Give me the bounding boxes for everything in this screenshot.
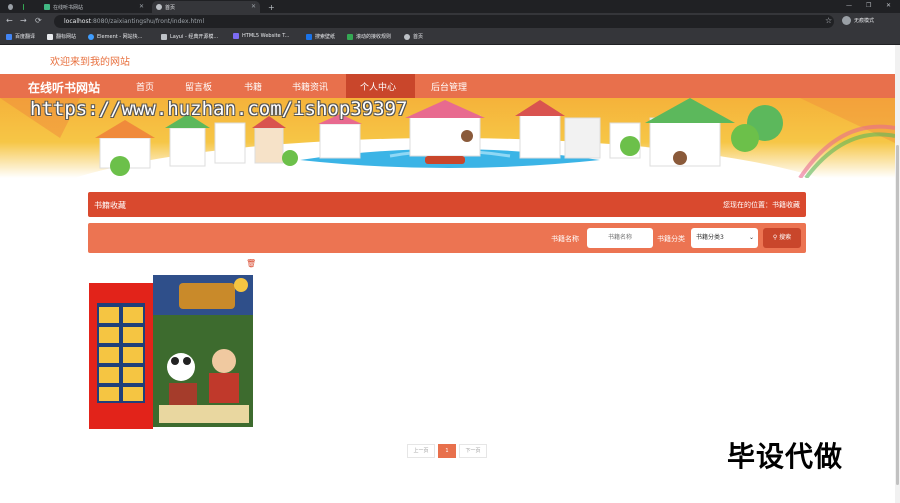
browser-tab-title: 首页: [165, 4, 176, 11]
book-category-select[interactable]: 书籍分类3 ⌄: [691, 228, 758, 248]
translate-icon: [6, 33, 12, 40]
page-scrollbar[interactable]: [895, 45, 900, 503]
browser-tab-title: 在线听书网站: [53, 4, 84, 11]
nav-item-admin[interactable]: 后台管理: [431, 80, 467, 93]
restore-icon[interactable]: ❐: [866, 2, 871, 9]
category-selected-value: 书籍分类3: [696, 234, 724, 241]
back-icon[interactable]: ←: [6, 16, 13, 25]
bookmarks-bar: 百度翻译 翻标网站 Element - 网站快... Layui - 经典开源模…: [0, 30, 900, 45]
search-button[interactable]: ⚲ 搜索: [763, 228, 801, 248]
layui-icon: [161, 33, 167, 40]
bookmark-label: 首页: [413, 34, 424, 40]
wallpaper-icon: [306, 33, 312, 40]
nav-item-home[interactable]: 首页: [136, 80, 154, 93]
welcome-text: 欢迎来到我的网站: [50, 57, 130, 68]
bookmark-item[interactable]: Layui - 经典开源模...: [161, 33, 218, 40]
browser-tab-pinned[interactable]: [4, 1, 16, 13]
bookmark-label: 百度翻译: [15, 34, 36, 40]
overlay-promo-text: 毕设代做: [727, 440, 844, 473]
page-viewport: 欢迎来到我的网站 在线听书网站 首页 留言板 书籍 书籍资讯 个人中心 后台管理: [0, 45, 895, 503]
element-icon: [88, 33, 94, 40]
bookmark-item[interactable]: Element - 网站快...: [88, 33, 142, 40]
trash-icon[interactable]: 🗑: [246, 259, 256, 268]
sheet-icon: [23, 4, 24, 10]
bookmark-item[interactable]: 滚动的接收规则: [347, 33, 391, 40]
book-name-input[interactable]: [587, 228, 653, 248]
scrollbar-thumb[interactable]: [896, 145, 899, 485]
book-box-illustration: [89, 275, 253, 429]
breadcrumb: 您现在的位置：书籍收藏: [723, 200, 800, 210]
book-category-label: 书籍分类: [657, 235, 685, 243]
bookmark-item[interactable]: HTML5 Website T...: [233, 33, 289, 39]
globe-icon: [404, 33, 410, 40]
html5-icon: [233, 33, 239, 39]
close-icon[interactable]: ✕: [139, 3, 144, 10]
page-icon: [47, 33, 53, 40]
bookmark-label: 滚动的接收规则: [356, 34, 392, 40]
minimize-icon[interactable]: —: [846, 2, 852, 9]
forward-icon[interactable]: →: [20, 16, 27, 25]
section-title: 书籍收藏: [94, 201, 126, 210]
vue-icon: [44, 4, 50, 10]
nav-item-messages[interactable]: 留言板: [185, 80, 212, 93]
bookmark-item[interactable]: 百度翻译: [6, 33, 35, 40]
incognito-icon: [842, 16, 851, 25]
browser-tab-pinned-2[interactable]: [19, 1, 27, 13]
bookmark-item[interactable]: 搜索壁纸: [306, 33, 335, 40]
section-title-bar: 书籍收藏 您现在的位置：书籍收藏: [88, 192, 806, 217]
search-bar: 书籍名称 书籍分类 书籍分类3 ⌄ ⚲ 搜索: [88, 223, 806, 253]
new-tab-button[interactable]: +: [266, 1, 278, 13]
browser-tab-bar: 在线听书网站 ✕ 首页 ✕ + — ❐ ✕: [0, 0, 900, 13]
pagination-next[interactable]: 下一页: [459, 444, 487, 458]
bookmark-label: 搜索壁纸: [315, 34, 336, 40]
nav-item-news[interactable]: 书籍资讯: [292, 80, 328, 93]
breadcrumb-label: 您现在的位置：: [723, 201, 772, 209]
bookmark-label: Element - 网站快...: [97, 34, 143, 40]
github-icon: [8, 4, 13, 10]
nav-item-personal-center[interactable]: 个人中心: [360, 80, 396, 93]
pagination-prev[interactable]: 上一页: [407, 444, 435, 458]
main-navbar: 在线听书网站 首页 留言板 书籍 书籍资讯 个人中心 后台管理: [0, 74, 895, 98]
star-icon[interactable]: ☆: [825, 16, 832, 25]
url-path: :8080/zaixiantingshu/front/index.html: [90, 18, 205, 25]
nav-item-books[interactable]: 书籍: [244, 80, 262, 93]
reload-icon[interactable]: ⟳: [35, 16, 42, 25]
url-host: localhost: [64, 18, 91, 25]
chevron-down-icon: ⌄: [748, 234, 754, 241]
address-bar-row: ← → ⟳ localhost:8080/zaixiantingshu/fron…: [0, 13, 900, 30]
bookmark-label: 翻标网站: [56, 34, 77, 40]
breadcrumb-current[interactable]: 书籍收藏: [772, 201, 800, 209]
profile-label: 无痕模式: [854, 18, 875, 24]
bookmark-item[interactable]: 首页: [404, 33, 423, 40]
search-icon: ⚲: [772, 234, 778, 241]
close-window-icon[interactable]: ✕: [886, 2, 891, 9]
browser-tab-home[interactable]: 首页 ✕: [152, 1, 260, 13]
profile-button[interactable]: 无痕模式: [842, 16, 874, 25]
book-name-label: 书籍名称: [551, 235, 579, 243]
search-button-label: 搜索: [779, 234, 792, 241]
watermark-text: https://www.huzhan.com/ishop39397: [30, 98, 408, 120]
browser-tab-site[interactable]: 在线听书网站 ✕: [40, 1, 148, 13]
pagination-page-1[interactable]: 1: [438, 444, 456, 458]
close-icon[interactable]: ✕: [251, 3, 256, 10]
bookmark-label: HTML5 Website T...: [242, 33, 290, 39]
url-input[interactable]: localhost:8080/zaixiantingshu/front/inde…: [54, 15, 834, 28]
rule-icon: [347, 33, 353, 40]
book-cover-image[interactable]: [89, 275, 253, 433]
globe-icon: [156, 4, 162, 10]
site-brand[interactable]: 在线听书网站: [28, 79, 100, 96]
bookmark-item[interactable]: 翻标网站: [47, 33, 76, 40]
bookmark-label: Layui - 经典开源模...: [170, 34, 219, 40]
